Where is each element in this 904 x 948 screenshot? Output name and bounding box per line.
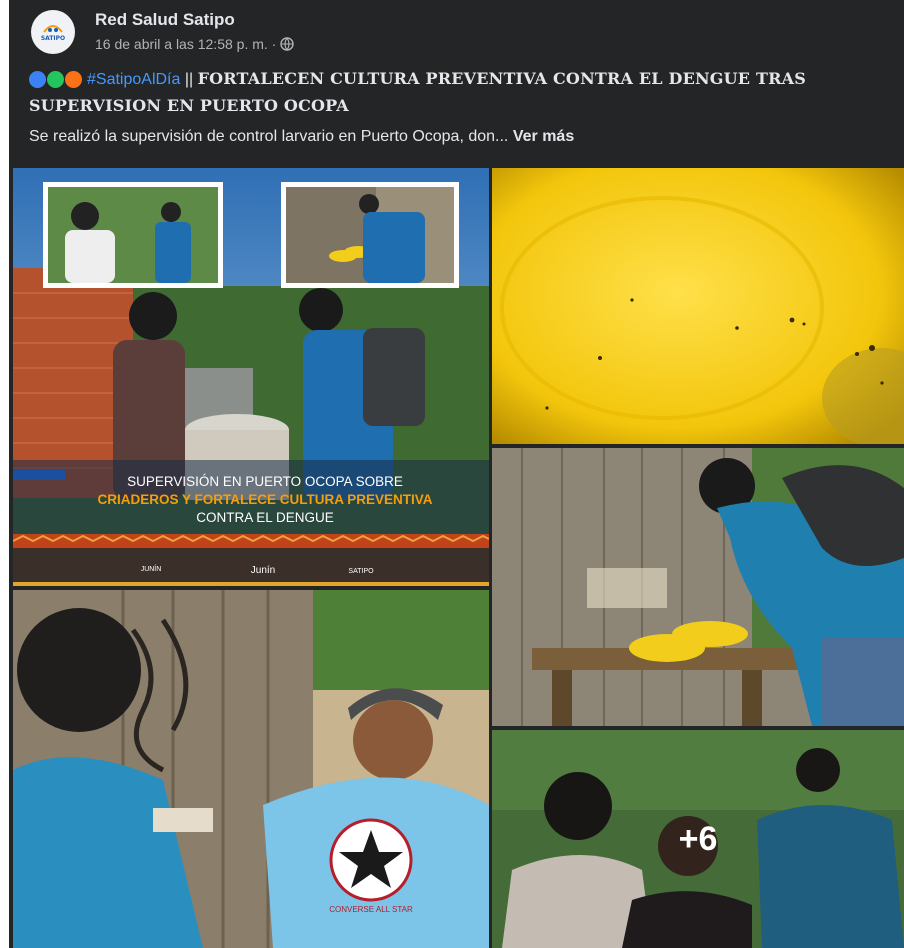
headline-separator: || <box>180 71 198 88</box>
post-meta: 16 de abril a las 12:58 p. m. · <box>95 36 295 52</box>
photo-tile-more[interactable]: +6 <box>492 730 904 948</box>
page-name-link[interactable]: Red Salud Satipo <box>95 10 235 30</box>
post-headline: #SatipoAlDía || FORTALECEN CULTURA PREVE… <box>29 66 898 120</box>
see-more-link[interactable]: Ver más <box>513 128 574 145</box>
emoji-dot-1 <box>29 71 46 89</box>
emoji-dot-3 <box>65 71 82 89</box>
hashtag-link[interactable]: #SatipoAlDía <box>87 71 180 88</box>
poster-title-line3: CONTRA EL DENGUE <box>196 510 334 525</box>
basin-image <box>492 168 904 444</box>
poster-image: SUPERVISIÓN EN PUERTO OCOPA SOBRE CRIADE… <box>13 168 489 586</box>
globe-icon[interactable] <box>280 37 295 51</box>
photo-tile-conversation[interactable]: CONVERSE ALL STAR <box>13 590 489 948</box>
page-avatar[interactable]: SATIPO <box>31 10 75 54</box>
post-body: Se realizó la supervisión de control lar… <box>29 128 574 146</box>
emoji-dot-2 <box>47 71 64 89</box>
poster-logo-2: Junín <box>251 565 275 576</box>
poster-title-line1: SUPERVISIÓN EN PUERTO OCOPA SOBRE <box>127 474 403 489</box>
post-header: SATIPO Red Salud Satipo 16 de abril a la… <box>9 0 904 64</box>
poster-title-line2: CRIADEROS Y FORTALECE CULTURA PREVENTIVA <box>97 492 432 507</box>
more-photos-overlay[interactable]: +6 <box>492 730 904 948</box>
inspection-image <box>492 448 904 726</box>
poster-logo-1: JUNÍN <box>141 564 162 573</box>
emoji-dots <box>29 67 83 93</box>
photo-tile-inspection[interactable] <box>492 448 904 726</box>
photo-tile-poster[interactable]: SUPERVISIÓN EN PUERTO OCOPA SOBRE CRIADE… <box>13 168 489 586</box>
conversation-image: CONVERSE ALL STAR <box>13 590 489 948</box>
shirt-text: CONVERSE ALL STAR <box>329 905 413 914</box>
photo-tile-basin[interactable] <box>492 168 904 444</box>
poster-logo-3: SATIPO <box>348 568 374 575</box>
post-timestamp[interactable]: 16 de abril a las 12:58 p. m. · <box>95 36 276 52</box>
body-text: Se realizó la supervisión de control lar… <box>29 128 509 145</box>
avatar-label: SATIPO <box>40 35 66 42</box>
facebook-post: SATIPO Red Salud Satipo 16 de abril a la… <box>9 0 904 948</box>
satipo-logo-icon <box>43 25 63 33</box>
